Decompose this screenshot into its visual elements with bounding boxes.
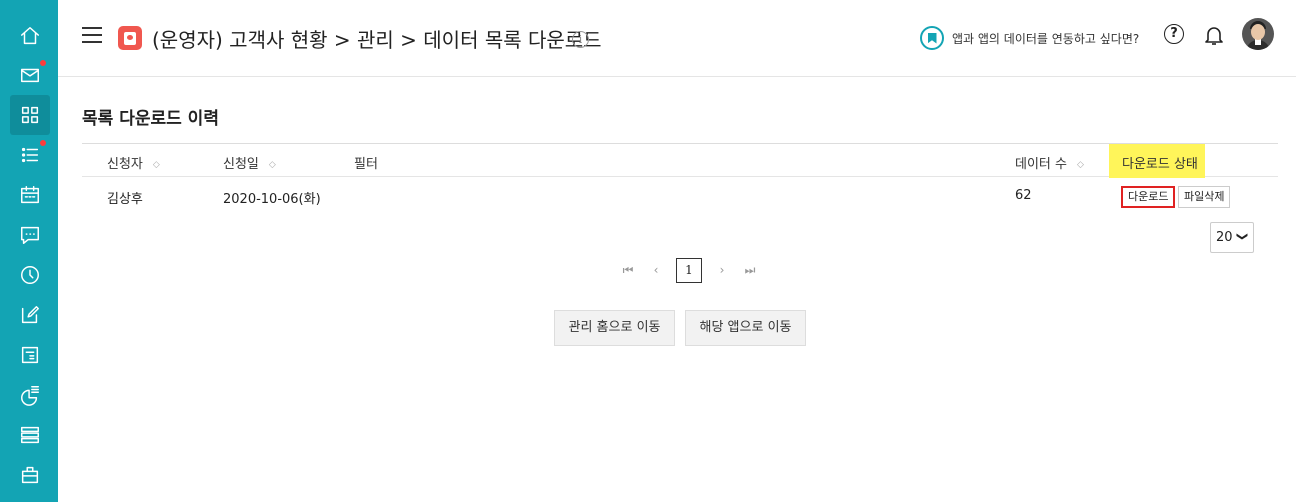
download-button[interactable]: 다운로드 (1121, 186, 1176, 208)
page-title: (운영자) 고객사 현황 > 관리 > 데이터 목록 다운로드 (152, 28, 602, 52)
chart-icon[interactable] (10, 375, 50, 415)
help-icon[interactable]: ? (1164, 24, 1184, 44)
notification-dot (40, 140, 46, 146)
column-header-status: 다운로드 상태 (1122, 157, 1198, 172)
last-page-icon[interactable]: ⏭ (740, 263, 760, 278)
first-page-icon[interactable]: ⏮ (618, 263, 638, 278)
home-icon[interactable] (10, 16, 50, 56)
column-header-count[interactable]: 데이터 수 ◇ (1015, 153, 1084, 172)
briefcase-icon[interactable] (10, 455, 50, 495)
menu-icon[interactable] (82, 27, 102, 43)
sort-icon[interactable]: ◇ (1077, 160, 1084, 170)
grid-icon[interactable] (10, 95, 50, 135)
column-header-date[interactable]: 신청일 ◇ (223, 153, 276, 172)
pagination: ⏮ ‹ 1 › ⏭ (614, 257, 764, 283)
mail-icon[interactable] (10, 55, 50, 95)
chat-icon[interactable] (10, 215, 50, 255)
table-header: 신청자 ◇ 신청일 ◇ 필터 데이터 수 ◇ 다운로드 상태 (82, 143, 1278, 178)
page-number[interactable]: 1 (676, 257, 702, 283)
section-title: 목록 다운로드 이력 (82, 109, 219, 129)
column-header-filter: 필터 (354, 157, 378, 172)
download-history-table: 신청자 ◇ 신청일 ◇ 필터 데이터 수 ◇ 다운로드 상태 김상후 2020-10-… (82, 143, 1278, 217)
cell-requester: 김상후 (107, 192, 143, 207)
document-icon[interactable] (10, 335, 50, 375)
list-icon[interactable] (10, 135, 50, 175)
sidebar (0, 0, 58, 502)
promo-text: 앱과 앱의 데이터를 연동하고 싶다면? (952, 31, 1140, 46)
go-to-app-button[interactable]: 해당 앱으로 이동 (685, 310, 806, 346)
bell-icon[interactable] (1202, 23, 1226, 47)
cell-count: 62 (1015, 188, 1032, 203)
cell-date: 2020-10-06(화) (223, 192, 321, 207)
notification-dot (40, 60, 46, 66)
app-link-promo[interactable]: 앱과 앱의 데이터를 연동하고 싶다면? (920, 26, 1139, 50)
header: (운영자) 고객사 현황 > 관리 > 데이터 목록 다운로드 i 앱과 앱의 … (58, 0, 1296, 77)
sort-icon[interactable]: ◇ (269, 160, 276, 170)
clock-icon[interactable] (10, 255, 50, 295)
app-icon (118, 26, 142, 50)
table-row: 김상후 2020-10-06(화) 62 다운로드 파일삭제 (82, 177, 1278, 217)
go-admin-home-button[interactable]: 관리 홈으로 이동 (554, 310, 675, 346)
chevron-down-icon: ❯ (1235, 231, 1249, 242)
stack-icon[interactable] (10, 415, 50, 455)
prev-page-icon[interactable]: ‹ (646, 263, 666, 277)
column-header-requester[interactable]: 신청자 ◇ (107, 153, 160, 172)
delete-file-button[interactable]: 파일삭제 (1178, 186, 1231, 208)
next-page-icon[interactable]: › (712, 263, 732, 277)
calendar-icon[interactable] (10, 175, 50, 215)
info-icon[interactable]: i (572, 31, 589, 48)
edit-icon[interactable] (10, 295, 50, 335)
avatar[interactable] (1242, 18, 1274, 50)
bookmark-icon (920, 26, 944, 50)
page-size-value: 20 (1216, 230, 1233, 245)
page-size-select[interactable]: 20 ❯ (1210, 222, 1254, 253)
sort-icon[interactable]: ◇ (153, 160, 160, 170)
